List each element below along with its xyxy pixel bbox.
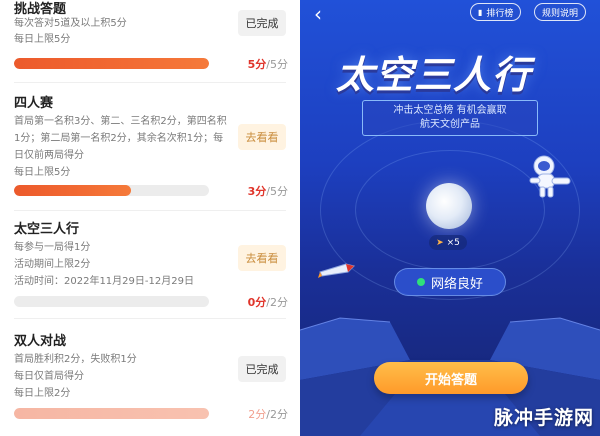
score-total: /2分 — [266, 408, 288, 421]
task-desc-line: 每次答对5道及以上积5分 — [14, 18, 127, 29]
divider — [14, 210, 286, 211]
task-title: 双人对战 — [14, 334, 67, 349]
status-dot-icon — [416, 278, 425, 286]
task-desc-line: 首局胜利积2分，失败积1分 — [14, 354, 137, 365]
task-title: 四人赛 — [14, 96, 54, 111]
task-desc-line: 每参与一局得1分 — [14, 242, 91, 253]
task-desc-line: 每日上限5分 — [14, 34, 71, 45]
progress-bar — [14, 296, 209, 307]
rules-label: 规则说明 — [542, 8, 579, 19]
go-see-button[interactable]: 去看看 — [238, 245, 286, 271]
task-desc-line: 每日上限5分 — [14, 167, 71, 178]
score-text: 5分/5分 — [232, 56, 288, 72]
rocket-count: ×5 — [446, 237, 460, 248]
rules-button[interactable]: 规则说明 — [534, 3, 587, 21]
score-earned: 2分 — [248, 408, 267, 421]
divider — [14, 318, 286, 319]
network-status: 网络良好 — [394, 268, 506, 296]
progress-bar — [14, 58, 209, 69]
task-desc-line: 活动期间上限2分 — [14, 259, 91, 270]
score-text: 3分/5分 — [232, 183, 288, 199]
network-status-label: 网络良好 — [430, 276, 483, 292]
divider — [14, 82, 286, 83]
score-earned: 0分 — [247, 296, 267, 309]
back-arrow-icon[interactable]: ‹ — [314, 2, 322, 26]
leaderboard-button[interactable]: ▮ 排行榜 — [470, 3, 522, 21]
progress-fill — [14, 185, 131, 196]
bar-chart-icon: ▮ — [478, 7, 483, 17]
space-game-panel: ‹ ▮ 排行榜 规则说明 太空三人行 冲击太空总榜 有机会赢取 航天文创产品 ➤… — [300, 0, 600, 436]
task-desc-line: 日仅前两局得分 — [14, 150, 84, 161]
completed-button[interactable]: 已完成 — [238, 356, 286, 382]
progress-bar — [14, 408, 209, 419]
rocket-icon — [318, 263, 355, 278]
score-text: 2分/2分 — [232, 406, 288, 422]
progress-bar — [14, 185, 209, 196]
score-total: /5分 — [266, 185, 288, 198]
task-desc-line: 每日上限2分 — [14, 388, 71, 399]
score-total: /2分 — [266, 296, 288, 309]
task-desc-line: 1分；第二局第一名积2分，其余名次积1分；每 — [14, 133, 224, 144]
completed-button[interactable]: 已完成 — [238, 10, 286, 36]
progress-fill — [14, 58, 209, 69]
go-see-button[interactable]: 去看看 — [238, 124, 286, 150]
player-avatar — [426, 183, 472, 229]
score-text: 0分/2分 — [232, 294, 288, 310]
task-desc-line: 活动时间：2022年11月29日-12月29日 — [14, 276, 194, 287]
task-desc-line: 每日仅首局得分 — [14, 371, 84, 382]
game-title: 太空三人行 — [336, 53, 532, 97]
prize-line: 航天文创产品 — [420, 119, 480, 130]
progress-fill — [14, 408, 209, 419]
score-earned: 3分 — [247, 185, 267, 198]
start-quiz-button[interactable]: 开始答题 — [374, 362, 528, 394]
score-total: /5分 — [266, 58, 288, 71]
leaderboard-label: 排行榜 — [486, 8, 514, 19]
score-earned: 5分 — [247, 58, 267, 71]
watermark: 脉冲手游网 — [493, 407, 594, 429]
rocket-icon: ➤ — [436, 237, 444, 248]
rocket-count-badge: ➤ ×5 — [429, 235, 467, 250]
prize-line: 冲击太空总榜 有机会赢取 — [393, 105, 507, 116]
task-desc-line: 首局第一名积3分、第二、三名积2分，第四名积 — [14, 116, 227, 127]
prize-banner: 冲击太空总榜 有机会赢取 航天文创产品 — [362, 100, 538, 136]
task-list-panel: 挑战答题 每次答对5道及以上积5分 每日上限5分 已完成 5分/5分 四人赛 首… — [0, 0, 298, 436]
task-title: 挑战答题 — [14, 2, 67, 17]
astronaut-icon — [529, 155, 571, 198]
task-title: 太空三人行 — [14, 222, 80, 237]
